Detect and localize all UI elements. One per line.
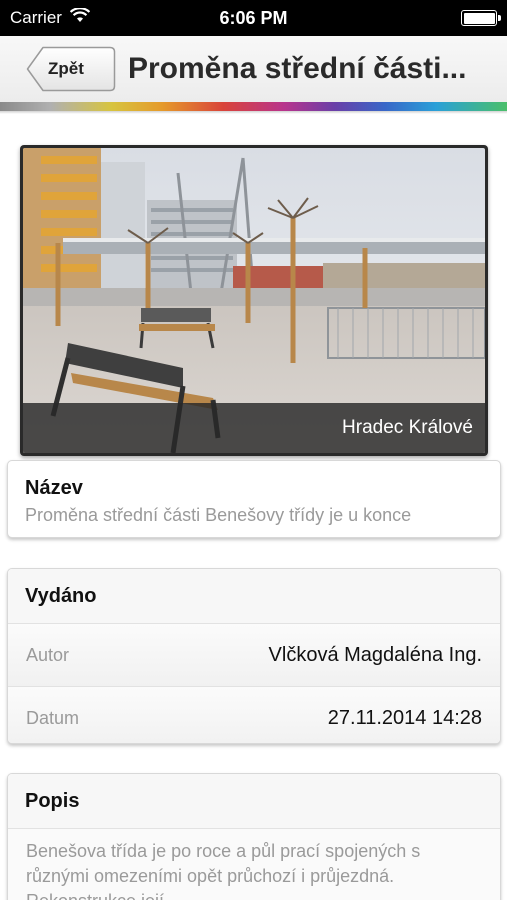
description-text: Benešova třída je po roce a půl prací sp… <box>8 828 500 900</box>
navigation-bar: Zpět Proměna střední části... <box>0 36 507 102</box>
back-button[interactable]: Zpět <box>26 46 116 92</box>
wifi-icon <box>69 7 91 28</box>
page-title: Proměna střední části... <box>128 52 467 85</box>
photo-frame: Hradec Králové <box>23 148 485 453</box>
author-row: Autor Vlčková Magdaléna Ing. <box>8 623 500 686</box>
date-row: Datum 27.11.2014 14:28 <box>8 686 500 743</box>
name-card: Název Proměna střední části Benešovy tří… <box>7 460 501 538</box>
date-label: Datum <box>26 707 80 728</box>
battery-icon <box>461 10 501 26</box>
status-bar: Carrier 6:06 PM <box>0 0 507 36</box>
article-photo[interactable]: Hradec Králové <box>20 145 488 456</box>
description-section-title: Popis <box>8 774 500 828</box>
name-section-title: Název <box>25 477 83 499</box>
published-section-title: Vydáno <box>8 569 500 623</box>
status-left: Carrier <box>10 7 91 28</box>
description-card: Popis Benešova třída je po roce a půl pr… <box>7 773 501 900</box>
photo-caption: Hradec Králové <box>342 417 473 438</box>
author-label: Autor <box>26 644 70 665</box>
rainbow-divider <box>0 102 507 114</box>
back-button-label: Zpět <box>48 59 84 78</box>
carrier-label: Carrier <box>10 8 62 27</box>
published-card: Vydáno Autor Vlčková Magdaléna Ing. Datu… <box>7 568 501 744</box>
name-section-value: Proměna střední části Benešovy třídy je … <box>25 505 412 525</box>
date-value: 27.11.2014 14:28 <box>327 706 482 729</box>
author-value: Vlčková Magdaléna Ing. <box>268 643 482 666</box>
